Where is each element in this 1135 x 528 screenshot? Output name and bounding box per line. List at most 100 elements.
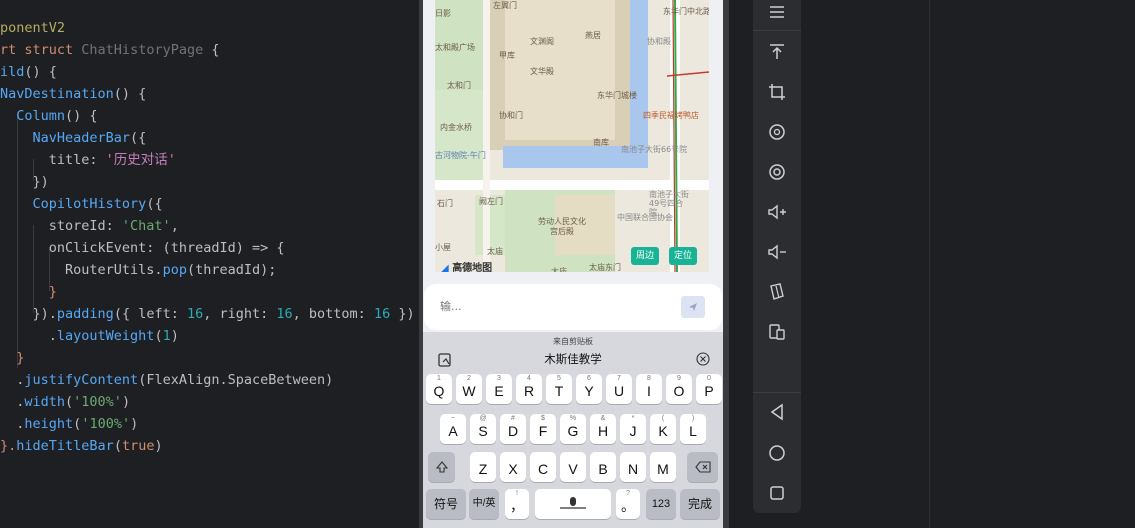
key-label: T — [554, 383, 564, 399]
code-line: .layoutWeight(1) — [0, 325, 179, 347]
numbers-key[interactable]: 123 — [646, 489, 676, 519]
key-sub-label: 4 — [527, 375, 531, 382]
code-token: rt — [0, 42, 25, 58]
code-token: ) — [130, 416, 139, 432]
key-g[interactable]: % G — [560, 414, 586, 444]
code-token: title: — [0, 152, 106, 168]
space-key[interactable] — [535, 489, 611, 519]
code-token: . — [0, 416, 25, 432]
code-line: RouterUtils.pop(threadId); — [0, 259, 276, 281]
key-sub-label: 1 — [437, 375, 441, 382]
map-label: 内金水桥 — [440, 123, 472, 132]
camera-button[interactable] — [765, 160, 789, 184]
key-z[interactable]: Z — [470, 452, 496, 482]
code-token: Column — [0, 108, 66, 124]
code-token: NavHeaderBar — [0, 130, 131, 146]
key-label: H — [597, 423, 609, 439]
volume-down-icon — [768, 244, 786, 260]
key-k[interactable]: (K — [650, 414, 676, 444]
recents-button[interactable] — [765, 481, 789, 505]
code-token: () { — [65, 108, 98, 124]
code-token: ( — [154, 328, 163, 344]
code-token: ({ left: — [113, 306, 187, 322]
map-label: 东华门中北路 — [663, 7, 709, 16]
shift-key[interactable] — [428, 452, 455, 482]
code-token: . — [0, 394, 25, 410]
key-f[interactable]: $ F — [530, 414, 556, 444]
map-label: 南库 — [593, 138, 609, 147]
code-token: }). — [0, 306, 57, 322]
pin-top-button[interactable] — [765, 40, 789, 64]
key-y[interactable]: 6Y — [576, 374, 602, 404]
key-o[interactable]: 9O — [666, 374, 692, 404]
key-label: P — [704, 383, 714, 399]
symbols-key[interactable]: 符号 — [426, 489, 466, 519]
key-label: K — [658, 423, 668, 439]
key-label: R — [523, 383, 535, 399]
locate-button[interactable]: 定位 — [669, 247, 698, 265]
rotate-button[interactable] — [765, 120, 789, 144]
language-toggle-key[interactable]: 中/英 — [469, 489, 499, 519]
key-p[interactable]: 0P — [696, 374, 722, 404]
multi-device-button[interactable] — [765, 320, 789, 344]
key-label: G — [567, 423, 579, 439]
key-w[interactable]: 2W — [456, 374, 482, 404]
period-key[interactable]: ? 。 — [616, 489, 640, 519]
map-label: 燕居 — [585, 31, 601, 40]
key-a[interactable]: ~ A — [440, 414, 466, 444]
period-key-label: 。 — [621, 498, 635, 514]
key-n[interactable]: N — [620, 452, 646, 482]
code-token: onClickEvent: ( — [0, 240, 171, 256]
key-v[interactable]: V — [560, 452, 586, 482]
key-t[interactable]: 5T — [546, 374, 572, 404]
send-button[interactable] — [681, 296, 705, 318]
volume-up-button[interactable] — [765, 200, 789, 224]
volume-down-button[interactable] — [765, 240, 789, 264]
code-line: title: '历史对话' — [0, 149, 176, 171]
key-e[interactable]: 3E — [486, 374, 512, 404]
key-c[interactable]: C — [530, 452, 556, 482]
key-label: I — [647, 383, 651, 399]
key-sub-label: 0 — [707, 375, 711, 382]
home-button[interactable] — [765, 441, 789, 465]
code-token: . — [0, 328, 57, 344]
key-r[interactable]: 4R — [516, 374, 542, 404]
code-token: storeId: — [0, 218, 122, 234]
done-key[interactable]: 完成 — [680, 489, 720, 519]
comma-key[interactable]: ! ， — [505, 489, 529, 519]
key-i[interactable]: 8I — [636, 374, 662, 404]
key-d[interactable]: # D — [500, 414, 526, 444]
key-u[interactable]: 7U — [606, 374, 632, 404]
key-x[interactable]: X — [500, 452, 526, 482]
key-l[interactable]: ) L — [680, 414, 706, 444]
code-line: onClickEvent: (threadId) => { — [0, 237, 285, 259]
menu-button[interactable] — [765, 0, 789, 24]
key-sub-label: & — [600, 415, 606, 422]
code-token: 'Chat' — [121, 218, 171, 234]
nearby-button[interactable]: 周边 — [631, 247, 660, 265]
key-label: D — [507, 423, 519, 439]
backspace-key[interactable] — [687, 452, 718, 482]
key-m[interactable]: M — [650, 452, 676, 482]
pin-top-icon — [770, 44, 784, 59]
screenshot-button[interactable] — [765, 80, 789, 104]
key-q[interactable]: 1Q — [426, 374, 452, 404]
fold-button[interactable] — [765, 280, 789, 304]
recents-square-icon — [770, 486, 784, 500]
chat-input[interactable] — [440, 294, 660, 318]
code-editor[interactable]: ponentV2 rt struct ChatHistoryPage {ild()… — [0, 0, 418, 528]
key-sub-label: % — [569, 415, 577, 422]
key-h[interactable]: & H — [590, 414, 616, 444]
key-label: Z — [478, 461, 488, 477]
back-button[interactable] — [765, 400, 789, 424]
code-token: justifyContent — [24, 372, 139, 388]
key-j[interactable]: * J — [620, 414, 646, 444]
key-s[interactable]: @ S — [470, 414, 496, 444]
close-icon[interactable] — [696, 352, 710, 366]
key-b[interactable]: B — [590, 452, 616, 482]
code-token: }) — [0, 174, 49, 190]
clipboard-text[interactable]: 木斯佳教学 — [423, 351, 723, 367]
panel-divider — [929, 0, 930, 528]
map-logo-text: 高德地图 — [452, 263, 493, 272]
map-view[interactable]: 东华门中北路 日影 左翼门 文渊阁 燕居 协和殿 太和殿广场 甲库 文华殿 太和… — [435, 0, 709, 272]
